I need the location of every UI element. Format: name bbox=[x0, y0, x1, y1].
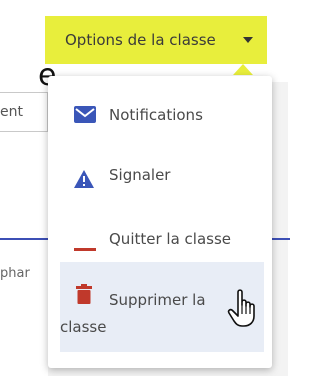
class-options-label: Options de la classe bbox=[65, 31, 216, 49]
hand-pointer-icon bbox=[226, 288, 262, 328]
warning-triangle-icon bbox=[74, 170, 94, 192]
right-edge bbox=[288, 0, 313, 376]
menu-item-notifications[interactable]: Notifications bbox=[48, 90, 272, 140]
menu-item-label: Quitter la classe bbox=[109, 230, 231, 248]
menu-item-label-line1: Supprimer la bbox=[109, 291, 206, 309]
class-options-button[interactable]: Options de la classe bbox=[45, 16, 267, 64]
left-content-area bbox=[0, 0, 48, 376]
body-text-fragment: phar bbox=[0, 266, 30, 281]
caret-down-icon bbox=[243, 37, 253, 43]
minus-icon bbox=[74, 238, 96, 256]
menu-pointer-arrow bbox=[233, 64, 253, 75]
input-text-fragment: ent bbox=[0, 104, 23, 120]
trash-icon bbox=[76, 284, 92, 308]
menu-item-label-line2: classe bbox=[60, 318, 107, 336]
menu-item-leave-class[interactable]: Quitter la classe bbox=[48, 214, 272, 264]
menu-item-label: Notifications bbox=[109, 106, 203, 124]
menu-item-report[interactable]: Signaler bbox=[48, 150, 272, 200]
menu-item-label: Signaler bbox=[109, 166, 171, 184]
envelope-icon bbox=[74, 106, 96, 127]
